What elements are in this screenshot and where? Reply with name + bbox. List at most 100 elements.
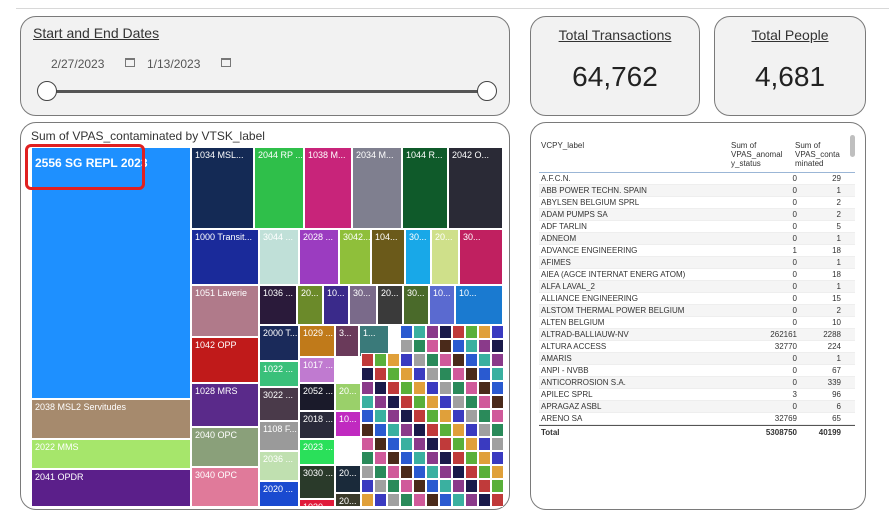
treemap-small-tile[interactable] xyxy=(465,493,478,507)
treemap-tile[interactable]: 1022 ... xyxy=(259,361,299,387)
treemap-tile[interactable]: 2018 ... xyxy=(299,411,335,439)
treemap-tile[interactable]: 1029 ... xyxy=(299,325,335,357)
treemap-small-tile[interactable] xyxy=(374,409,387,423)
treemap-small-tile[interactable] xyxy=(491,381,503,395)
treemap-small-tile[interactable] xyxy=(374,437,387,451)
treemap-small-tile[interactable] xyxy=(413,367,426,381)
treemap-tile[interactable]: 1036 ... xyxy=(259,285,297,325)
treemap-small-tile[interactable] xyxy=(465,465,478,479)
table-row[interactable]: ADF TARLIN 0 5 xyxy=(539,221,855,233)
treemap-tile[interactable]: 20... xyxy=(335,465,361,493)
treemap-small-tile[interactable] xyxy=(400,395,413,409)
treemap-small-tile[interactable] xyxy=(452,325,465,339)
treemap-tile[interactable]: 30... xyxy=(403,285,429,325)
treemap-small-tile[interactable] xyxy=(478,353,491,367)
treemap-small-tile[interactable] xyxy=(426,325,439,339)
treemap-small-tile[interactable] xyxy=(439,451,452,465)
treemap-tile[interactable]: 3044 ... xyxy=(259,229,299,285)
treemap-small-tile[interactable] xyxy=(439,395,452,409)
treemap-small-tile[interactable] xyxy=(465,395,478,409)
table-row[interactable]: ADVANCE ENGINEERING 1 18 xyxy=(539,245,855,257)
treemap-tile[interactable]: 20... xyxy=(297,285,323,325)
treemap-small-tile[interactable] xyxy=(439,325,452,339)
treemap-tile[interactable]: 3022 ... xyxy=(259,387,299,421)
treemap-small-tile[interactable] xyxy=(361,353,374,367)
treemap-small-tile[interactable] xyxy=(361,437,374,451)
table-row[interactable]: AMARIS 0 1 xyxy=(539,353,855,365)
treemap-small-tile[interactable] xyxy=(452,451,465,465)
treemap-small-tile[interactable] xyxy=(478,325,491,339)
treemap-tile[interactable]: 2042 O... xyxy=(448,147,503,229)
treemap-small-tile[interactable] xyxy=(361,423,374,437)
treemap-small-tile[interactable] xyxy=(491,339,503,353)
treemap-small-tile[interactable] xyxy=(413,465,426,479)
treemap-tile[interactable]: 1000 Transit... xyxy=(191,229,259,285)
treemap-small-tile[interactable] xyxy=(387,381,400,395)
treemap-small-tile[interactable] xyxy=(465,479,478,493)
start-slider-handle[interactable] xyxy=(37,81,57,101)
treemap-small-tile[interactable] xyxy=(361,465,374,479)
treemap-small-tile[interactable] xyxy=(387,465,400,479)
treemap-tile[interactable]: 3... xyxy=(335,325,359,357)
treemap-small-tile[interactable] xyxy=(439,409,452,423)
date-slider-track[interactable] xyxy=(47,90,487,93)
table-row[interactable]: ALTRAD-BALLIAUW-NV 262161 2288 xyxy=(539,329,855,341)
treemap-tile[interactable]: 2034 M... xyxy=(352,147,402,229)
treemap-small-tile[interactable] xyxy=(426,437,439,451)
treemap-tile[interactable]: 2020 ... xyxy=(259,481,299,507)
treemap-tile[interactable]: 20... xyxy=(431,229,459,285)
treemap-tile[interactable]: 20... xyxy=(335,383,361,411)
treemap-small-tile[interactable] xyxy=(452,479,465,493)
table-row[interactable]: ALFA LAVAL_2 0 1 xyxy=(539,281,855,293)
table-row[interactable]: ANTICORROSION S.A. 0 339 xyxy=(539,377,855,389)
table-row[interactable]: ALSTOM THERMAL POWER BELGIUM 0 2 xyxy=(539,305,855,317)
treemap-small-tile[interactable] xyxy=(478,395,491,409)
treemap-small-tile[interactable] xyxy=(400,493,413,507)
treemap-small-tile[interactable] xyxy=(491,325,503,339)
treemap-small-tile[interactable] xyxy=(465,367,478,381)
treemap-small-tile[interactable] xyxy=(387,451,400,465)
treemap-small-tile[interactable] xyxy=(426,339,439,353)
treemap-small-tile[interactable] xyxy=(478,367,491,381)
treemap-small-tile[interactable] xyxy=(426,381,439,395)
treemap-small-tile[interactable] xyxy=(465,437,478,451)
start-date-input[interactable]: 2/27/2023 xyxy=(51,57,104,71)
treemap-tile[interactable]: 2044 RP ... xyxy=(254,147,304,229)
table-row[interactable]: APILEC SPRL 3 96 xyxy=(539,389,855,401)
table-row[interactable]: ADAM PUMPS SA 0 2 xyxy=(539,209,855,221)
table-row[interactable]: ALTURA ACCESS 32770 224 xyxy=(539,341,855,353)
treemap-tile[interactable]: 2052 ... xyxy=(299,383,335,411)
treemap-small-tile[interactable] xyxy=(387,367,400,381)
treemap-tile[interactable]: 20... xyxy=(335,493,361,507)
treemap-small-tile[interactable] xyxy=(439,339,452,353)
treemap-tile[interactable]: 3040 OPC xyxy=(191,467,259,507)
treemap-small-tile[interactable] xyxy=(491,367,503,381)
treemap-small-tile[interactable] xyxy=(465,381,478,395)
treemap-small-tile[interactable] xyxy=(413,437,426,451)
table-row[interactable]: ABB POWER TECHN. SPAIN 0 1 xyxy=(539,185,855,197)
treemap-small-tile[interactable] xyxy=(400,381,413,395)
treemap-small-tile[interactable] xyxy=(426,395,439,409)
treemap-small-tile[interactable] xyxy=(465,423,478,437)
calendar-icon[interactable] xyxy=(125,58,135,67)
treemap-small-tile[interactable] xyxy=(413,325,426,339)
treemap-small-tile[interactable] xyxy=(361,381,374,395)
treemap-small-tile[interactable] xyxy=(452,465,465,479)
treemap-small-tile[interactable] xyxy=(426,479,439,493)
table-row[interactable]: ALLIANCE ENGINEERING 0 15 xyxy=(539,293,855,305)
treemap-tile[interactable]: 1108 F... xyxy=(259,421,299,451)
treemap-small-tile[interactable] xyxy=(400,325,413,339)
treemap-small-tile[interactable] xyxy=(439,353,452,367)
treemap-small-tile[interactable] xyxy=(374,493,387,507)
treemap-small-tile[interactable] xyxy=(374,423,387,437)
treemap-small-tile[interactable] xyxy=(478,479,491,493)
treemap-small-tile[interactable] xyxy=(426,451,439,465)
treemap-tile[interactable]: 2000 T... xyxy=(259,325,299,361)
treemap-small-tile[interactable] xyxy=(478,465,491,479)
treemap-tile[interactable]: 2038 MSL2 Servitudes xyxy=(31,399,191,439)
treemap-tile[interactable]: 30... xyxy=(349,285,377,325)
treemap-small-tile[interactable] xyxy=(491,437,503,451)
treemap-small-tile[interactable] xyxy=(465,353,478,367)
treemap-small-tile[interactable] xyxy=(413,339,426,353)
table-row[interactable]: AFIMES 0 1 xyxy=(539,257,855,269)
